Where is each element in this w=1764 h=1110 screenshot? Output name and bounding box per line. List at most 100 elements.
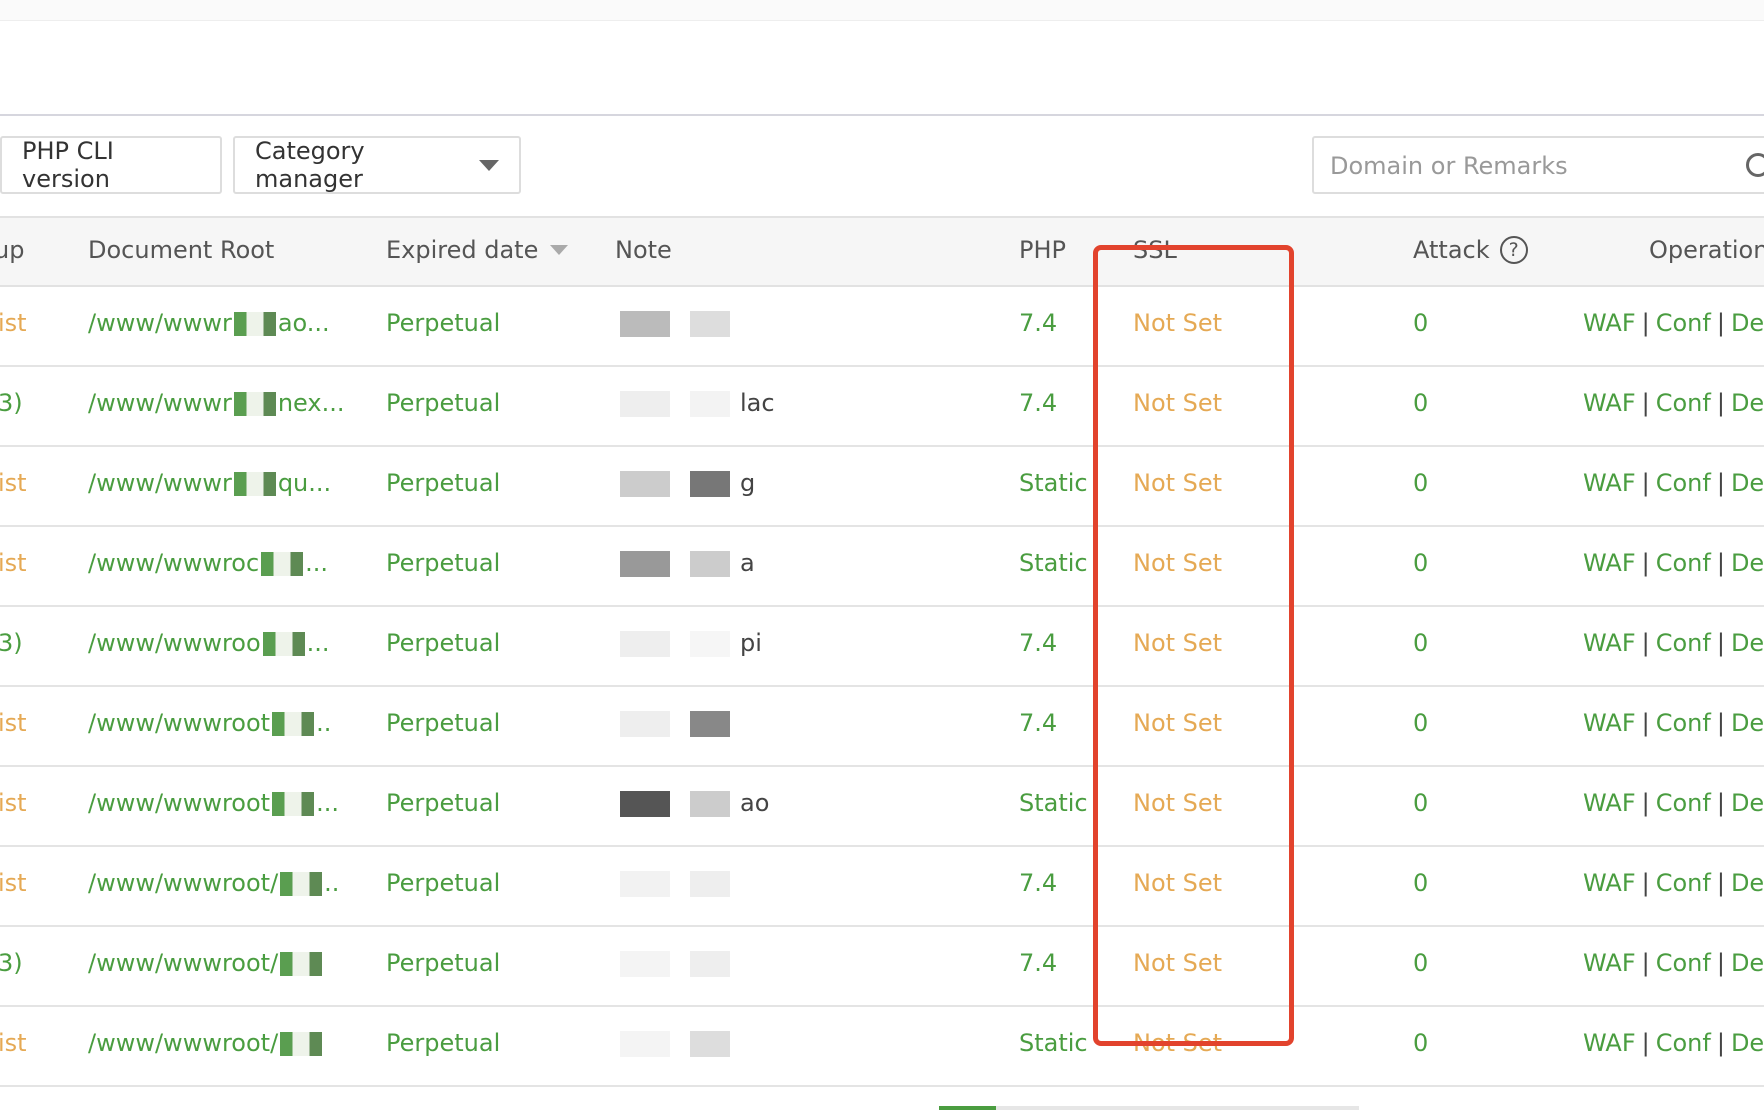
root-path: /www/wwwroc — [88, 549, 260, 577]
waf-link[interactable]: WAF — [1583, 1029, 1636, 1057]
expired-date-link[interactable]: Perpetual — [386, 1029, 500, 1057]
category-manager-dropdown[interactable]: Category manager — [233, 136, 521, 194]
waf-link[interactable]: WAF — [1583, 549, 1636, 577]
waf-link[interactable]: WAF — [1583, 869, 1636, 897]
ssl-status-link[interactable]: Not Set — [1133, 309, 1222, 337]
horizontal-scrollbar[interactable] — [939, 1106, 1359, 1110]
conf-link[interactable]: Conf — [1656, 629, 1711, 657]
conf-link[interactable]: Conf — [1656, 309, 1711, 337]
document-root-link[interactable]: /www/wwwroot/.. — [88, 869, 339, 897]
conf-link[interactable]: Conf — [1656, 469, 1711, 497]
delete-link[interactable]: De — [1731, 869, 1764, 897]
conf-link[interactable]: Conf — [1656, 869, 1711, 897]
table-row: ist /www/wwwroot/.. Perpetual 7.4 Not Se… — [0, 847, 1764, 927]
expired-date-link[interactable]: Perpetual — [386, 549, 500, 577]
conf-link[interactable]: Conf — [1656, 789, 1711, 817]
expired-date-link[interactable]: Perpetual — [386, 869, 500, 897]
ssl-status-link[interactable]: Not Set — [1133, 869, 1222, 897]
waf-link[interactable]: WAF — [1583, 389, 1636, 417]
redacted-block — [272, 792, 315, 816]
scrollbar-thumb[interactable] — [939, 1106, 996, 1110]
help-icon[interactable]: ? — [1499, 236, 1528, 264]
conf-link[interactable]: Conf — [1656, 549, 1711, 577]
php-version-link[interactable]: 7.4 — [1019, 949, 1057, 977]
delete-link[interactable]: De — [1731, 1029, 1764, 1057]
root-path-tail: .. — [316, 709, 332, 737]
ssl-status-link[interactable]: Not Set — [1133, 549, 1222, 577]
group-cell: ist — [0, 709, 27, 737]
php-version-link[interactable]: Static — [1019, 469, 1088, 497]
conf-link[interactable]: Conf — [1656, 709, 1711, 737]
delete-link[interactable]: De — [1731, 789, 1764, 817]
document-root-link[interactable]: /www/wwwr ao... — [88, 309, 330, 337]
expired-date-link[interactable]: Perpetual — [386, 309, 500, 337]
col-expired-date[interactable]: Expired date — [386, 236, 569, 264]
php-version-link[interactable]: Static — [1019, 789, 1088, 817]
conf-link[interactable]: Conf — [1656, 389, 1711, 417]
ssl-status-link[interactable]: Not Set — [1133, 949, 1222, 977]
php-version-link[interactable]: 7.4 — [1019, 309, 1057, 337]
document-root-link[interactable]: /www/wwwroo... — [88, 629, 330, 657]
ssl-status-link[interactable]: Not Set — [1133, 469, 1222, 497]
group-cell: 3) — [0, 389, 23, 417]
delete-link[interactable]: De — [1731, 389, 1764, 417]
php-version-link[interactable]: 7.4 — [1019, 869, 1057, 897]
expired-date-link[interactable]: Perpetual — [386, 469, 500, 497]
redacted-block — [690, 791, 730, 817]
delete-link[interactable]: De — [1731, 629, 1764, 657]
expired-date-link[interactable]: Perpetual — [386, 789, 500, 817]
document-root-link[interactable]: /www/wwwroot/ — [88, 1029, 324, 1057]
expired-date-link[interactable]: Perpetual — [386, 709, 500, 737]
expired-date-link[interactable]: Perpetual — [386, 389, 500, 417]
document-root-link[interactable]: /www/wwwroot... — [88, 789, 339, 817]
expired-date-link[interactable]: Perpetual — [386, 949, 500, 977]
separator: | — [1641, 1029, 1650, 1057]
search-box[interactable] — [1312, 136, 1764, 194]
ssl-status-link[interactable]: Not Set — [1133, 709, 1222, 737]
conf-link[interactable]: Conf — [1656, 1029, 1711, 1057]
php-cli-version-button[interactable]: PHP CLI version — [0, 136, 222, 194]
redacted-block — [620, 551, 670, 577]
root-path: /www/wwwroot/ — [88, 949, 279, 977]
document-root-link[interactable]: /www/wwwroot/ — [88, 949, 324, 977]
delete-link[interactable]: De — [1731, 709, 1764, 737]
ssl-status-link[interactable]: Not Set — [1133, 389, 1222, 417]
waf-link[interactable]: WAF — [1583, 789, 1636, 817]
waf-link[interactable]: WAF — [1583, 469, 1636, 497]
php-version-link[interactable]: 7.4 — [1019, 389, 1057, 417]
php-version-link[interactable]: 7.4 — [1019, 709, 1057, 737]
php-version-link[interactable]: Static — [1019, 1029, 1088, 1057]
delete-link[interactable]: De — [1731, 949, 1764, 977]
group-cell: ist — [0, 469, 27, 497]
conf-link[interactable]: Conf — [1656, 949, 1711, 977]
document-root-link[interactable]: /www/wwwr qu... — [88, 469, 331, 497]
ssl-status-link[interactable]: Not Set — [1133, 629, 1222, 657]
php-version-link[interactable]: Static — [1019, 549, 1088, 577]
delete-link[interactable]: De — [1731, 309, 1764, 337]
root-path-tail: ao... — [277, 309, 330, 337]
document-root-link[interactable]: /www/wwwr nex... — [88, 389, 344, 417]
redacted-block — [620, 311, 670, 337]
search-icon[interactable] — [1746, 153, 1764, 177]
ssl-status-link[interactable]: Not Set — [1133, 789, 1222, 817]
redacted-block — [620, 871, 670, 897]
root-path: /www/wwwr — [88, 389, 232, 417]
separator: | — [1716, 709, 1725, 737]
delete-link[interactable]: De — [1731, 469, 1764, 497]
ssl-status-link[interactable]: Not Set — [1133, 1029, 1222, 1057]
php-version-link[interactable]: 7.4 — [1019, 629, 1057, 657]
search-input[interactable] — [1314, 138, 1712, 194]
col-ssl: SSL — [1133, 236, 1177, 264]
waf-link[interactable]: WAF — [1583, 629, 1636, 657]
waf-link[interactable]: WAF — [1583, 309, 1636, 337]
root-path: /www/wwwroot/ — [88, 1029, 279, 1057]
document-root-link[interactable]: /www/wwwroot.. — [88, 709, 331, 737]
redacted-block — [233, 392, 276, 416]
sort-down-icon — [550, 245, 569, 255]
expired-date-link[interactable]: Perpetual — [386, 629, 500, 657]
document-root-link[interactable]: /www/wwwroc... — [88, 549, 328, 577]
delete-link[interactable]: De — [1731, 549, 1764, 577]
waf-link[interactable]: WAF — [1583, 709, 1636, 737]
group-cell: ist — [0, 309, 27, 337]
waf-link[interactable]: WAF — [1583, 949, 1636, 977]
